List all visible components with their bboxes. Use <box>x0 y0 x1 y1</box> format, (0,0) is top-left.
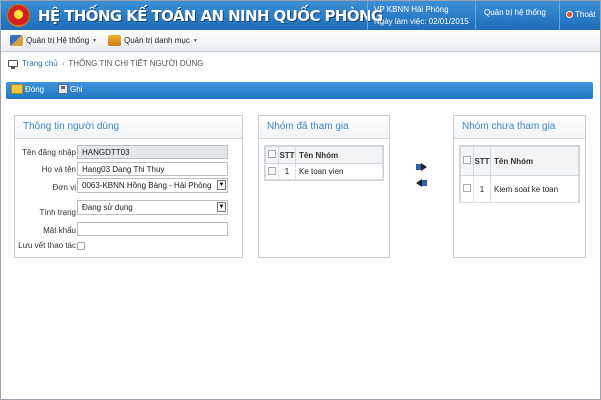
row-group-name: Ke toan vien <box>295 163 383 180</box>
dropdown-arrow-icon: ▼ <box>217 180 226 190</box>
table-row[interactable]: 1 Kiem soat ke toan <box>460 175 579 203</box>
close-label: Đóng <box>25 84 45 94</box>
status-select[interactable]: Đang sử dụng ▼ <box>77 200 228 215</box>
save-button[interactable]: Ghi <box>58 84 82 94</box>
menu-catalog-admin[interactable]: Quản trị danh mục ▼ <box>108 35 198 46</box>
working-date: Ngày làm việc: 02/01/2015 <box>374 17 469 26</box>
office-name: VP KBNN Hải Phòng <box>374 5 449 14</box>
emblem-logo: ★ <box>7 4 30 27</box>
breadcrumb-separator: › <box>61 59 65 68</box>
breadcrumb-current: THÔNG TIN CHI TIẾT NGƯỜI DÙNG <box>68 59 204 68</box>
activity-log-label: Lưu vết thao tác <box>18 241 76 250</box>
username-field: HANGDTT03 <box>77 145 228 159</box>
user-info-panel: Thông tin người dùng Tên đăng nhập HANGD… <box>14 115 243 258</box>
select-all-checkbox[interactable] <box>463 156 471 164</box>
activity-log-checkbox[interactable] <box>77 242 85 250</box>
table-header-row: STT Tên Nhóm <box>460 146 579 176</box>
menu-bar: Quản trị Hệ thống ▼ Quản trị danh mục ▼ <box>1 30 600 52</box>
row-checkbox[interactable] <box>268 166 276 175</box>
save-label: Ghi <box>70 84 83 94</box>
logout-button[interactable]: Thoát <box>566 10 595 19</box>
monitor-icon <box>8 60 18 69</box>
logout-label: Thoát <box>575 10 596 19</box>
unit-select[interactable]: 0063-KBNN Hồng Bàng - Hải Phòng ▼ <box>77 178 228 193</box>
header-admin-link[interactable]: Quản trị hệ thống <box>484 8 546 17</box>
power-icon <box>566 11 573 18</box>
save-icon <box>58 84 68 94</box>
table-row[interactable]: 1 Ke toan vien <box>265 163 383 180</box>
joined-groups-panel: Nhóm đã tham gia STT Tên Nhóm 1 Ke toan … <box>258 115 390 258</box>
available-groups-panel: Nhóm chưa tham gia STT Tên Nhóm 1 Kiem s… <box>453 115 586 258</box>
caret-down-icon: ▼ <box>192 37 198 44</box>
column-header: Tên Nhóm <box>490 146 579 176</box>
fullname-field[interactable]: Hang03 Dang Thi Thuy <box>77 162 228 176</box>
column-header: Tên Nhóm <box>295 146 383 164</box>
app-title: HỆ THỐNG KẾ TOÁN AN NINH QUỐC PHÒNG <box>38 7 383 25</box>
table-header-row: STT Tên Nhóm <box>265 146 383 164</box>
password-label: Mật khẩu <box>43 226 76 235</box>
unit-value: 0063-KBNN Hồng Bàng - Hải Phòng <box>82 181 212 190</box>
menu-label: Quản trị Hệ thống <box>26 36 90 45</box>
row-group-name: Kiem soat ke toan <box>490 175 579 203</box>
available-groups-table: STT Tên Nhóm 1 Kiem soat ke toan <box>459 145 580 203</box>
header-divider <box>367 1 368 30</box>
fullname-label: Họ và tên <box>41 165 76 174</box>
caret-down-icon: ▼ <box>92 37 98 44</box>
folder-icon <box>11 84 23 94</box>
row-stt: 1 <box>473 175 491 203</box>
dropdown-arrow-icon: ▼ <box>217 202 226 212</box>
menu-system-admin[interactable]: Quản trị Hệ thống ▼ <box>10 35 97 46</box>
panel-title: Nhóm chưa tham gia <box>454 116 585 139</box>
remove-from-group-arrow-icon[interactable] <box>416 179 427 187</box>
status-label: Tình trạng <box>39 208 76 217</box>
select-all-checkbox[interactable] <box>268 150 276 158</box>
unit-label: Đơn vị <box>52 183 76 192</box>
action-toolbar: Đóng Ghi <box>6 82 593 99</box>
row-checkbox[interactable] <box>463 184 471 192</box>
breadcrumb: Trang chủ › THÔNG TIN CHI TIẾT NGƯỜI DÙN… <box>8 59 204 69</box>
column-header: STT <box>278 146 296 164</box>
menu-label: Quản trị danh mục <box>124 36 190 45</box>
add-to-group-arrow-icon[interactable] <box>416 163 427 171</box>
password-field[interactable] <box>77 222 228 236</box>
panel-title: Nhóm đã tham gia <box>259 116 389 139</box>
status-value: Đang sử dụng <box>82 203 133 212</box>
header-divider <box>559 1 560 30</box>
row-stt: 1 <box>278 163 296 180</box>
app-header: ★ HỆ THỐNG KẾ TOÁN AN NINH QUỐC PHÒNG VP… <box>1 1 600 30</box>
catalog-icon <box>108 35 121 46</box>
user-admin-icon <box>10 35 23 46</box>
panel-title: Thông tin người dùng <box>15 116 242 139</box>
close-button[interactable]: Đóng <box>11 84 44 94</box>
header-divider <box>475 1 476 30</box>
column-header: STT <box>473 146 491 176</box>
username-label: Tên đăng nhập <box>22 148 76 157</box>
breadcrumb-home[interactable]: Trang chủ <box>22 59 58 68</box>
joined-groups-table: STT Tên Nhóm 1 Ke toan vien <box>264 145 384 181</box>
